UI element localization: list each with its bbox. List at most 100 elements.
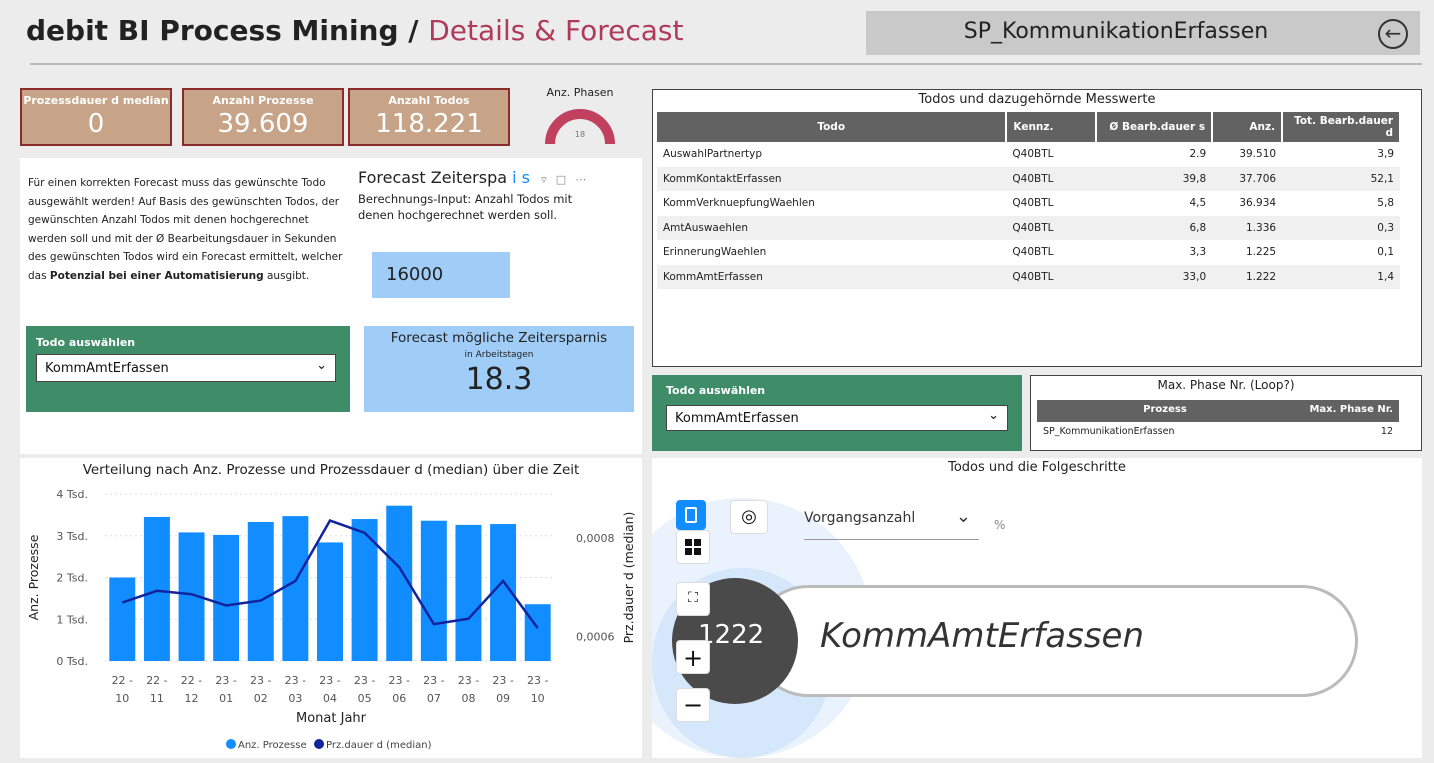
y-tick-left: 4 Tsd.	[56, 488, 88, 501]
intro-line: werden soll und mit der Ø Bearbeitungsda…	[28, 232, 337, 245]
more-options-icon[interactable]: ⋯	[575, 173, 586, 186]
percent-toggle[interactable]: %	[994, 518, 1005, 532]
kpi-label: Anzahl Todos	[388, 94, 470, 107]
cell: 3,9	[1377, 148, 1394, 161]
chart-title: Verteilung nach Anz. Prozesse und Prozes…	[83, 462, 580, 478]
chevron-down-icon: ⌄	[316, 358, 327, 373]
x-tick-month: 05	[358, 692, 372, 705]
todo-dropdown[interactable]: KommAmtErfassen ⌄	[36, 354, 336, 382]
kpi-value: 39.609	[217, 109, 309, 139]
cell: 0,3	[1282, 215, 1400, 240]
forecast-input-block: Forecast Zeiterspa i s ▿ □ ⋯ Berechnungs…	[358, 168, 638, 298]
col-header-kennz[interactable]: Kennz.	[1006, 112, 1098, 142]
bar	[143, 516, 170, 661]
page-title: debit BI Process Mining / Details & Fore…	[26, 14, 683, 47]
x-tick-month: 06	[392, 692, 406, 705]
x-tick-month: 03	[288, 692, 302, 705]
intro-line: ausgewählt werden! Auf Basis des gewünsc…	[28, 195, 340, 208]
chevron-down-icon: ⌄	[955, 506, 971, 527]
cell: SP_KommunikationErfassen	[1043, 426, 1175, 437]
cell: 4,5	[1189, 197, 1207, 210]
zoom-out-button[interactable]: −	[676, 688, 710, 722]
bar	[282, 516, 309, 661]
target-icon[interactable]: ◎	[730, 500, 768, 534]
bar	[455, 524, 482, 661]
x-tick-year: 23 -	[250, 674, 271, 687]
col-header-anz[interactable]: Anz.	[1212, 112, 1284, 142]
back-arrow-icon[interactable]: ←	[1378, 19, 1408, 49]
col-header-maxphase[interactable]: Max. Phase Nr.	[1309, 404, 1393, 415]
forecast-input-title-tail: i s	[512, 168, 530, 187]
cell: 39.510	[1239, 148, 1277, 161]
header-divider	[30, 63, 1422, 65]
clipboard-icon[interactable]	[676, 500, 706, 530]
table-row[interactable]: KommVerknuepfungWaehlen Q40BTL 4,5 36.934 5,…	[657, 191, 1400, 216]
filter-icon[interactable]: ▿	[541, 173, 547, 186]
followup-title: Todos und die Folgeschritte	[948, 460, 1126, 475]
cell: Q40BTL	[1012, 197, 1054, 210]
intro-line: des gewünschten Todos wird ein Forecast …	[28, 251, 343, 263]
legend-label: Anz. Prozesse	[238, 740, 307, 751]
kpi-label: Anzahl Prozesse	[212, 94, 314, 107]
forecast-count-input[interactable]: 16000	[372, 252, 510, 298]
intro-line: gewünschten Anzahl Todos mit denen hochg…	[28, 214, 309, 226]
x-tick-year: 23 -	[492, 674, 513, 687]
kpi-label: Prozessdauer d median	[23, 94, 169, 107]
cell: 3,3	[1189, 246, 1207, 259]
table-row[interactable]: AuswahlPartnertyp Q40BTL 2.9 39.510 3,9	[657, 142, 1400, 167]
cell: AuswahlPartnertyp	[663, 148, 763, 161]
cell: Q40BTL	[1012, 246, 1054, 259]
x-tick-month: 10	[115, 692, 129, 705]
cell: 1.336	[1212, 215, 1283, 240]
process-name: SP_KommunikationErfassen	[963, 19, 1269, 44]
cell: 0,1	[1377, 246, 1394, 259]
table-row[interactable]: KommAmtErfassen Q40BTL 33,0 1.222 1,4	[657, 264, 1400, 289]
node-label: KommAmtErfassen	[820, 616, 1144, 656]
layout-grid-icon[interactable]	[676, 530, 710, 564]
gauge-label: Anz. Phasen	[546, 86, 614, 99]
title-sub: Details & Forecast	[428, 14, 684, 47]
cell: 1.222	[1212, 264, 1283, 289]
cell: 1.225	[1246, 246, 1277, 259]
todo-select-label: Todo auswählen	[666, 384, 766, 397]
x-tick-year: 23 -	[423, 674, 444, 687]
cell: Q40BTL	[1012, 148, 1054, 161]
table-row[interactable]: ErinnerungWaehlen Q40BTL 3,3 1.225 0,1	[657, 240, 1400, 265]
metric-dropdown[interactable]: Vorgangsanzahl ⌄	[804, 502, 979, 540]
col-header-bearbdauer[interactable]: Ø Bearb.dauer s	[1096, 112, 1214, 142]
x-tick-month: 02	[254, 692, 268, 705]
forecast-panel: Für einen korrekten Forecast muss das ge…	[20, 158, 642, 454]
forecast-input-desc: Berechnungs-Input: Anzahl Todos mit dene…	[358, 191, 638, 223]
todo-dropdown-value: KommAmtErfassen	[675, 411, 799, 426]
focus-mode-icon[interactable]: □	[556, 173, 566, 186]
table-row[interactable]: KommKontaktErfassen Q40BTL 39,8 37.706 52,1	[657, 166, 1400, 191]
max-phase-panel: Max. Phase Nr. (Loop?) Prozess Max. Phas…	[1030, 375, 1422, 451]
x-tick-year: 23 -	[285, 674, 306, 687]
cell: Q40BTL	[1006, 264, 1097, 289]
cell: AmtAuswaehlen	[657, 215, 1007, 240]
forecast-result-value: 18.3	[465, 362, 533, 397]
intro-line: das Potenzial bei einer Automatisierung …	[28, 267, 358, 286]
y-axis-label-right: Prz.dauer d (median)	[621, 512, 636, 644]
intro-text: ausgibt.	[263, 269, 310, 282]
zoom-in-button[interactable]: +	[676, 640, 710, 674]
col-header-tot[interactable]: Tot. Bearb.dauer d	[1282, 112, 1401, 142]
cell: 39,8	[1096, 166, 1213, 191]
max-phase-header: Prozess Max. Phase Nr.	[1037, 400, 1399, 422]
legend-marker	[226, 739, 236, 749]
phases-gauge: Anz. Phasen 18	[530, 86, 630, 150]
chevron-down-icon: ⌄	[988, 408, 999, 423]
todo-dropdown[interactable]: KommAmtErfassen ⌄	[666, 405, 1008, 431]
x-tick-year: 22 -	[181, 674, 202, 687]
x-tick-month: 07	[427, 692, 441, 705]
col-header-todo[interactable]: Todo	[657, 112, 1008, 142]
desc-line: Berechnungs-Input: Anzahl Todos mit	[358, 192, 573, 206]
y-tick-left: 3 Tsd.	[56, 530, 88, 543]
col-header-prozess[interactable]: Prozess	[1037, 404, 1293, 415]
y-tick-right: 0,0008	[576, 532, 615, 545]
forecast-result-card: Forecast mögliche Zeitersparnis in Arbei…	[364, 326, 634, 412]
cell: 37.706	[1212, 166, 1283, 191]
cell: KommKontaktErfassen	[657, 166, 1007, 191]
fullscreen-icon[interactable]: ⛶	[676, 582, 710, 616]
table-row[interactable]: AmtAuswaehlen Q40BTL 6,8 1.336 0,3	[657, 215, 1400, 240]
